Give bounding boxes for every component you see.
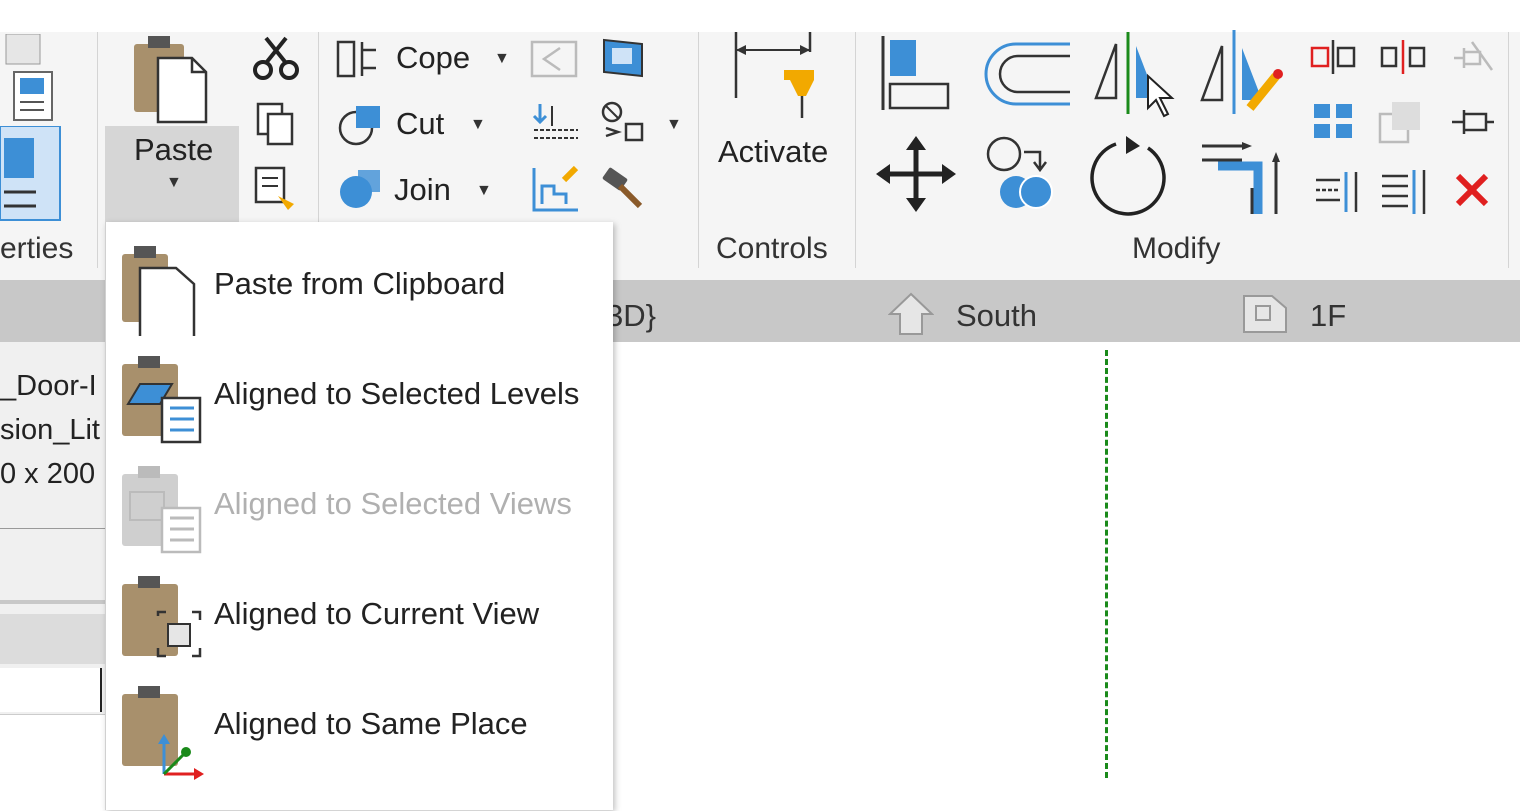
- type-selector-text[interactable]: _Door-I: [0, 370, 97, 403]
- menu-item-aligned-to-selected-views: Aligned to Selected Views: [106, 448, 613, 556]
- chevron-down-icon[interactable]: ▼: [494, 50, 510, 68]
- join-geometry-icon[interactable]: [336, 166, 384, 212]
- cut-geometry-icon[interactable]: [336, 102, 384, 148]
- hammer-icon[interactable]: [600, 166, 648, 212]
- chevron-down-icon[interactable]: ▼: [470, 116, 486, 134]
- paste-levels-icon: [122, 356, 202, 444]
- cope-icon[interactable]: [336, 38, 384, 80]
- text-cursor: [100, 668, 102, 712]
- properties-field[interactable]: [0, 714, 105, 811]
- modify-panel-label: Modify: [1132, 232, 1221, 265]
- split-face-icon[interactable]: [600, 36, 648, 80]
- divider: [0, 600, 105, 604]
- menu-item-label: Aligned to Selected Levels: [214, 376, 580, 411]
- ribbon-separator: [97, 32, 98, 268]
- activate-controls-icon[interactable]: [730, 32, 820, 124]
- tab-3d[interactable]: 3D}: [606, 298, 656, 334]
- menu-item-label: Aligned to Selected Views: [214, 486, 572, 521]
- array-icon[interactable]: [1312, 100, 1356, 144]
- paste-dropdown-menu: Paste from Clipboard Aligned to Selected…: [105, 222, 613, 810]
- activate-button[interactable]: Activate: [718, 134, 828, 170]
- elevation-icon: [888, 292, 934, 335]
- properties-palette: _Door-I sion_Lit 0 x 200: [0, 342, 105, 811]
- type-selector-text[interactable]: 0 x 200: [0, 458, 95, 491]
- rotate-icon[interactable]: [1090, 132, 1176, 218]
- ribbon-separator: [698, 32, 699, 268]
- move-icon[interactable]: [876, 136, 956, 212]
- chevron-down-icon: ▼: [166, 174, 182, 191]
- align-list-icon[interactable]: [1380, 168, 1428, 216]
- align-left-icon[interactable]: [1312, 170, 1360, 214]
- paste-clipboard-icon: [122, 246, 196, 336]
- paste-same-place-icon: [122, 686, 204, 780]
- match-properties-icon[interactable]: [254, 166, 300, 212]
- ribbon-separator: [1508, 32, 1509, 268]
- copy-element-icon[interactable]: [984, 134, 1066, 216]
- properties-panel-label: erties: [0, 232, 74, 265]
- ribbon-separator: [855, 32, 856, 268]
- chevron-down-icon[interactable]: ▼: [476, 182, 492, 200]
- delete-icon[interactable]: [1452, 170, 1492, 210]
- floor-plan-icon: [1243, 295, 1287, 333]
- unpin-icon: [1454, 41, 1494, 71]
- scale-icon: [1378, 102, 1420, 144]
- cut-button[interactable]: Cut: [396, 106, 444, 142]
- menu-item-label: Aligned to Same Place: [214, 706, 528, 741]
- properties-header-row: [0, 614, 105, 664]
- paste-button[interactable]: Paste ▼: [105, 126, 239, 222]
- wall-joins-icon: [530, 40, 578, 78]
- paste-label: Paste: [134, 132, 214, 167]
- divider: [0, 528, 105, 529]
- menu-item-label: Aligned to Current View: [214, 596, 540, 631]
- menu-item-paste-from-clipboard[interactable]: Paste from Clipboard: [106, 228, 613, 336]
- trim-extend-icon[interactable]: [1198, 132, 1290, 216]
- type-selector-text[interactable]: sion_Lit: [0, 414, 100, 447]
- split-element-icon[interactable]: [1310, 40, 1356, 74]
- offset-icon[interactable]: [980, 40, 1072, 110]
- menu-item-aligned-to-same-place[interactable]: Aligned to Same Place: [106, 668, 613, 780]
- chevron-down-icon[interactable]: ▼: [666, 116, 682, 134]
- paint-icon[interactable]: [600, 100, 660, 150]
- align-icon[interactable]: [880, 36, 952, 112]
- scissors-icon[interactable]: [252, 36, 302, 82]
- mirror-draw-axis-icon[interactable]: [1196, 30, 1286, 120]
- paste-views-icon: [122, 466, 202, 554]
- tab-1f[interactable]: 1F: [1310, 298, 1346, 334]
- tab-south[interactable]: South: [956, 298, 1037, 334]
- join-button[interactable]: Join: [394, 172, 451, 208]
- split-with-gap-icon[interactable]: [1380, 40, 1426, 74]
- copy-icon[interactable]: [256, 102, 296, 148]
- edit-profile-icon[interactable]: [530, 164, 582, 214]
- cope-button[interactable]: Cope: [396, 40, 470, 76]
- type-properties-icon[interactable]: [0, 34, 60, 124]
- paste-clipboard-icon[interactable]: [130, 34, 212, 124]
- menu-item-label: Paste from Clipboard: [214, 266, 506, 301]
- menu-item-aligned-to-current-view[interactable]: Aligned to Current View: [106, 558, 613, 666]
- pin-icon[interactable]: [1450, 102, 1496, 142]
- properties-field[interactable]: [0, 668, 100, 712]
- reference-plane-line[interactable]: [1105, 350, 1108, 778]
- menu-item-aligned-to-selected-levels[interactable]: Aligned to Selected Levels: [106, 338, 613, 446]
- paste-current-view-icon: [122, 576, 202, 658]
- properties-icon[interactable]: [0, 126, 64, 222]
- mirror-pick-axis-icon[interactable]: [1090, 32, 1180, 122]
- controls-panel-label: Controls: [716, 232, 828, 265]
- demolish-icon[interactable]: [530, 102, 582, 146]
